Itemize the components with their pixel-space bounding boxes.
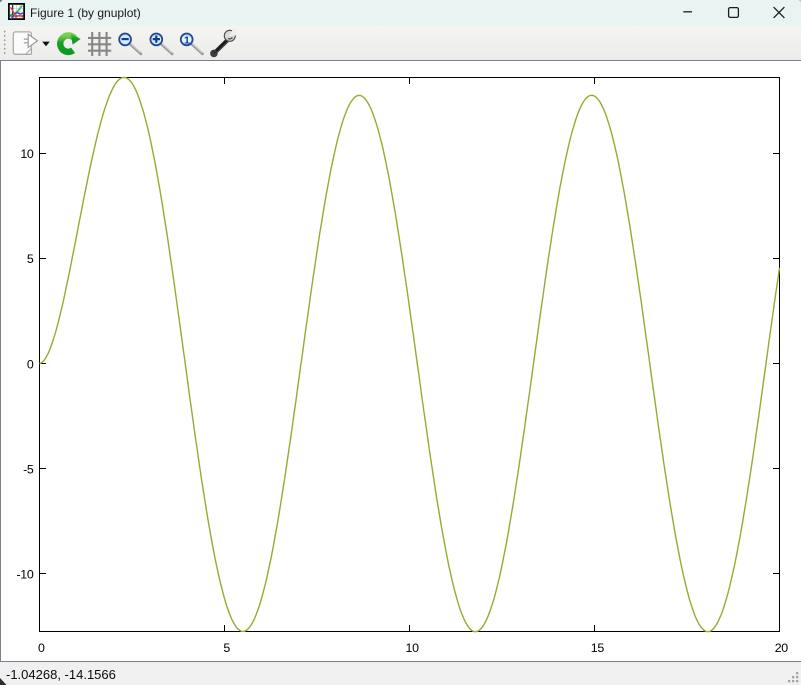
svg-text:10: 10 xyxy=(20,147,34,161)
svg-text:-10: -10 xyxy=(16,568,33,582)
svg-text:10: 10 xyxy=(406,641,420,655)
svg-text:0: 0 xyxy=(38,641,45,655)
svg-text:20: 20 xyxy=(775,641,789,655)
svg-text:1: 1 xyxy=(184,34,190,46)
svg-text:5: 5 xyxy=(223,641,230,655)
svg-text:-5: -5 xyxy=(23,462,34,476)
svg-text:15: 15 xyxy=(591,641,605,655)
svg-text:5: 5 xyxy=(27,252,34,266)
svg-text:0: 0 xyxy=(27,357,34,371)
